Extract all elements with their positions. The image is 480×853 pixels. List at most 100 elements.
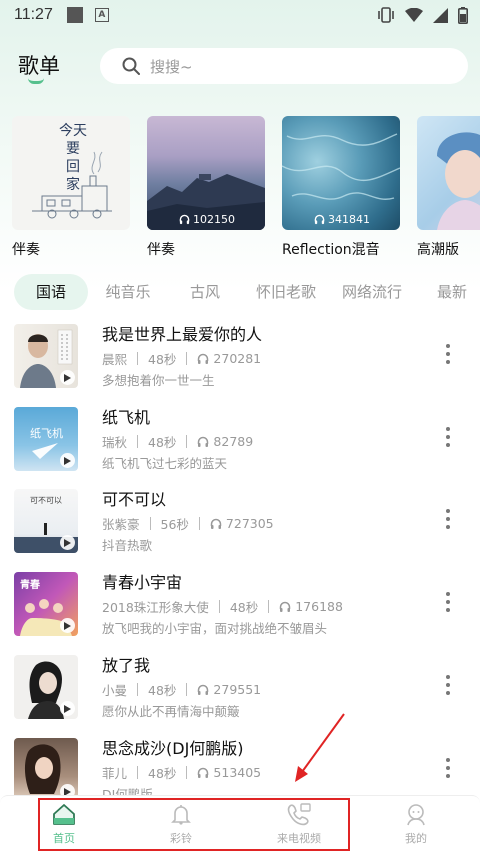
page-title: 歌单 — [18, 54, 60, 78]
status-bar: 11:27 A — [0, 0, 480, 30]
headphones-icon — [314, 214, 325, 225]
song-artist: 张紫豪 — [102, 517, 140, 532]
song-description: 放飞吧我的小宇宙，面对挑战绝不皱眉头 — [102, 621, 328, 636]
song-item[interactable]: 可不可以 可不可以 张紫豪 56秒 727305 抖音热歌 — [0, 489, 480, 571]
tab-internet-pop[interactable]: 网络流行 — [338, 274, 406, 310]
headphones-icon — [198, 767, 209, 778]
singer-portrait — [437, 132, 480, 230]
song-title: 放了我 — [102, 656, 151, 675]
play-count: 102150 — [179, 213, 235, 226]
play-count-value: 102150 — [193, 213, 235, 226]
song-item[interactable]: 放了我 小曼 48秒 279551 愿你从此不再情海中颠簸 — [0, 655, 480, 737]
song-artist: 小曼 — [102, 683, 128, 698]
more-options-button[interactable] — [440, 507, 456, 531]
playlist-card[interactable]: 高潮版 — [417, 116, 480, 259]
song-artist: 菲儿 — [102, 766, 128, 781]
nav-label: 我的 — [405, 832, 427, 845]
search-bar[interactable]: 搜搜~ — [100, 48, 468, 84]
song-meta: 晨熙 48秒 270281 — [102, 349, 261, 368]
playlist-title: 伴奏 — [147, 242, 175, 258]
song-item[interactable]: 青春 青春小宇宙 2018珠江形象大使 48秒 176188 放飞吧我的小宇宙，… — [0, 572, 480, 654]
song-artist: 2018珠江形象大使 — [102, 600, 209, 615]
song-plays: 727305 — [225, 516, 274, 531]
playlist-title: Reflection混音 — [282, 242, 380, 258]
song-item[interactable]: 纸飞机 纸飞机 瑞秋 48秒 82789 纸飞机飞过七彩的蓝天 — [0, 407, 480, 489]
play-button[interactable] — [60, 701, 75, 716]
song-meta: 张紫豪 56秒 727305 — [102, 514, 274, 533]
headphones-icon — [210, 518, 222, 529]
playlist-cover: 今天 要 回 家 — [12, 116, 130, 230]
more-options-button[interactable] — [440, 673, 456, 697]
song-title: 我是世界上最爱你的人 — [102, 325, 263, 344]
song-cover: 可不可以 — [14, 489, 78, 553]
play-icon — [64, 538, 71, 547]
more-options-button[interactable] — [440, 756, 456, 780]
headphones-icon — [198, 436, 209, 447]
tab-newest[interactable]: 最新 — [432, 274, 472, 310]
playlist-card[interactable]: 今天 要 回 家 伴奏 — [12, 116, 130, 259]
play-count: 341841 — [314, 213, 370, 226]
play-button[interactable] — [60, 370, 75, 385]
song-cover: 青春 — [14, 572, 78, 636]
song-cover: 纸飞机 — [14, 407, 78, 471]
wifi-icon — [405, 8, 423, 22]
title-decoration — [28, 78, 44, 84]
profile-icon — [407, 804, 425, 826]
playlist-cover: 341841 — [282, 116, 400, 230]
tab-old-songs[interactable]: 怀旧老歌 — [252, 274, 320, 310]
more-options-button[interactable] — [440, 342, 456, 366]
vibrate-icon — [378, 7, 394, 23]
song-cover — [14, 655, 78, 719]
notification-square-icon — [66, 7, 83, 23]
playlist-carousel[interactable]: 今天 要 回 家 伴奏 102150 伴奏 341841 Reflection混… — [12, 116, 480, 264]
playlist-card[interactable]: 102150 伴奏 — [147, 116, 265, 259]
song-duration: 48秒 — [229, 600, 259, 615]
song-duration: 48秒 — [148, 435, 177, 450]
song-duration: 48秒 — [148, 766, 177, 781]
song-artist: 晨熙 — [102, 352, 128, 367]
tab-pure-music[interactable]: 纯音乐 — [100, 274, 156, 310]
more-options-button[interactable] — [440, 425, 456, 449]
song-duration: 48秒 — [148, 683, 177, 698]
song-item[interactable]: 我是世界上最爱你的人 晨熙 48秒 270281 多想抱着你一世一生 — [0, 324, 480, 406]
song-meta: 瑞秋 48秒 82789 — [102, 432, 253, 451]
notification-a-icon: A — [94, 8, 109, 22]
category-tabs: 国语 纯音乐 古风 怀旧老歌 网络流行 最新 — [0, 274, 480, 310]
search-placeholder: 搜搜~ — [150, 57, 193, 76]
play-button[interactable] — [60, 535, 75, 550]
nav-profile[interactable]: 我的 — [376, 802, 456, 846]
playlist-cover — [417, 116, 480, 230]
play-icon — [64, 704, 71, 713]
song-description: 多想抱着你一世一生 — [102, 373, 215, 388]
song-title: 青春小宇宙 — [102, 573, 183, 592]
playlist-title: 伴奏 — [12, 242, 40, 258]
song-plays: 279551 — [213, 682, 262, 697]
play-button[interactable] — [60, 618, 75, 633]
playlist-cover: 102150 — [147, 116, 265, 230]
song-title: 思念成沙(DJ何鹏版) — [102, 739, 244, 758]
more-options-button[interactable] — [440, 590, 456, 614]
play-icon — [64, 373, 71, 382]
playlist-title: 高潮版 — [417, 242, 459, 258]
song-description: 愿你从此不再情海中颠簸 — [102, 704, 240, 719]
song-meta: 菲儿 48秒 513405 — [102, 763, 261, 782]
song-cover — [14, 738, 78, 802]
song-plays: 513405 — [213, 765, 262, 780]
signal-icon — [433, 7, 448, 23]
song-plays: 270281 — [213, 351, 262, 366]
song-title: 可不可以 — [102, 490, 167, 509]
song-meta: 2018珠江形象大使 48秒 176188 — [102, 597, 343, 616]
headphones-icon — [179, 214, 190, 225]
playlist-card[interactable]: 341841 Reflection混音 — [282, 116, 400, 259]
play-button[interactable] — [60, 453, 75, 468]
song-title: 纸飞机 — [102, 408, 151, 427]
tab-ancient-style[interactable]: 古风 — [180, 274, 230, 310]
song-plays: 176188 — [295, 599, 343, 614]
tab-guoyu[interactable]: 国语 — [14, 274, 88, 310]
song-duration: 56秒 — [160, 517, 189, 532]
song-description: 抖音热歌 — [102, 538, 153, 553]
headphones-icon — [198, 684, 209, 695]
song-cover — [14, 324, 78, 388]
page-header: 歌单 搜搜~ — [0, 44, 480, 94]
song-meta: 小曼 48秒 279551 — [102, 680, 261, 699]
